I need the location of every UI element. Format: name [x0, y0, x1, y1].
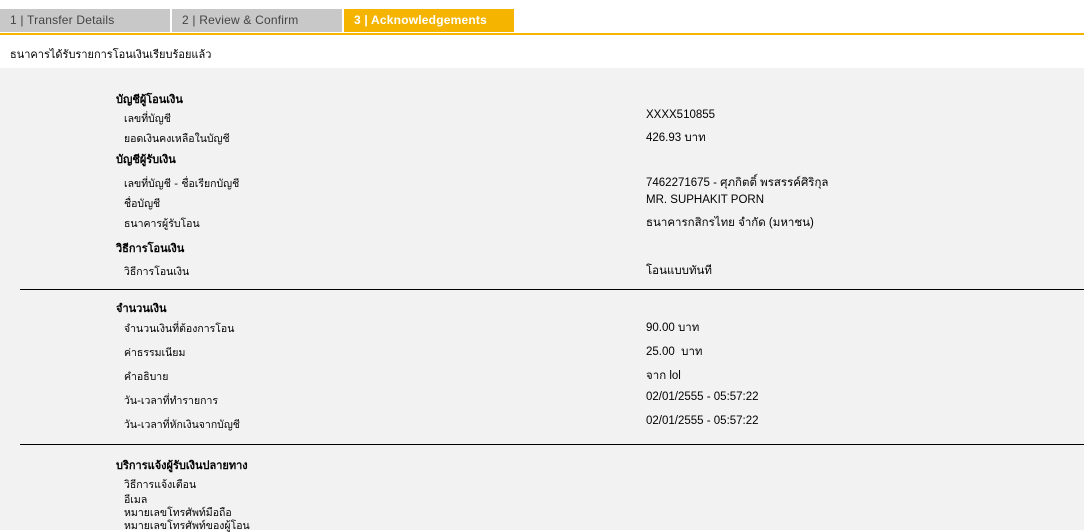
- recipient-account-name-value: MR. SUPHAKIT PORN: [646, 194, 764, 206]
- recipient-account-no-value: 7462271675 - ศุภกิตติ์ พรสรรค์ศิริกุล: [646, 177, 829, 189]
- description-label: คำอธิบาย: [124, 371, 169, 383]
- transfer-method-label: วิธีการโอนเงิน: [124, 266, 190, 278]
- tab-transfer-details[interactable]: 1 | Transfer Details: [0, 9, 170, 32]
- notification-title: บริการแจ้งผู้รับเงินปลายทาง: [116, 459, 248, 472]
- amount-label: จำนวนเงินที่ต้องการโอน: [124, 323, 235, 335]
- balance-label: ยอดเงินคงเหลือในบัญชี: [124, 133, 230, 145]
- section-divider: [20, 444, 1084, 445]
- recipient-account-name-label: ชื่อบัญชี: [124, 198, 161, 210]
- fee-value: 25.00 บาท: [646, 346, 703, 358]
- fee-label: ค่าธรรมเนียม: [124, 347, 186, 359]
- source-account-no-value: XXXX510855: [646, 109, 716, 121]
- transaction-time-value: 02/01/2555 - 05:57:22: [646, 391, 759, 403]
- tab-acknowledgements[interactable]: 3 | Acknowledgements: [344, 9, 514, 32]
- source-account-title: บัญชีผู้โอนเงิน: [116, 93, 183, 106]
- recipient-bank-label: ธนาคารผู้รับโอน: [124, 218, 200, 230]
- tab-review-confirm[interactable]: 2 | Review & Confirm: [172, 9, 342, 32]
- success-notice: ธนาคารได้รับรายการโอนเงินเรียบร้อยแล้ว: [10, 48, 212, 61]
- recipient-account-title: บัญชีผู้รับเงิน: [116, 153, 176, 166]
- description-value: จาก lol: [646, 370, 681, 382]
- recipient-account-no-label: เลขที่บัญชี - ชื่อเรียกบัญชี: [124, 178, 240, 190]
- email-label: อีเมล: [124, 494, 148, 506]
- debit-time-value: 02/01/2555 - 05:57:22: [646, 415, 759, 427]
- step-tabs: 1 | Transfer Details 2 | Review & Confir…: [0, 9, 1084, 35]
- transfer-method-value: โอนแบบทันที: [646, 265, 712, 277]
- section-divider: [20, 289, 1084, 290]
- balance-value: 426.93 บาท: [646, 132, 706, 144]
- notification-method-label: วิธีการแจ้งเตือน: [124, 479, 197, 491]
- debit-time-label: วัน-เวลาที่หักเงินจากบัญชี: [124, 419, 240, 431]
- source-account-no-label: เลขที่บัญชี: [124, 113, 171, 125]
- mobile-label: หมายเลขโทรศัพท์มือถือ: [124, 507, 232, 519]
- recipient-bank-value: ธนาคารกสิกรไทย จำกัด (มหาชน): [646, 217, 814, 229]
- amount-value: 90.00 บาท: [646, 322, 700, 334]
- sender-mobile-label: หมายเลขโทรศัพท์ของผู้โอน: [124, 520, 250, 532]
- transaction-time-label: วัน-เวลาที่ทำรายการ: [124, 395, 218, 407]
- transfer-method-title: วิธีการโอนเงิน: [116, 242, 185, 255]
- amount-title: จำนวนเงิน: [116, 302, 167, 315]
